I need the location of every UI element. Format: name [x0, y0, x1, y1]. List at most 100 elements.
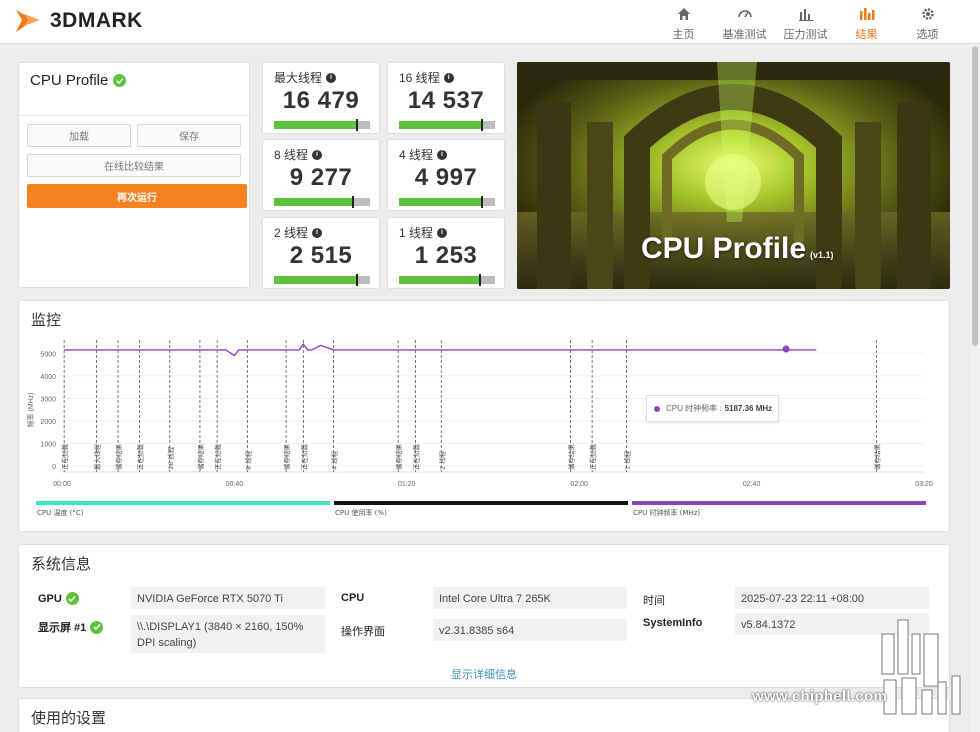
score-card: 4 线程 i 4 997	[387, 139, 505, 211]
divider	[19, 115, 249, 116]
score-card: 1 线程 i 1 253	[387, 217, 505, 289]
nav-item-benchmarks[interactable]: 基准测试	[714, 4, 775, 42]
score-label: 8 线程 i	[274, 146, 323, 163]
benchmark-title: CPU Profile	[30, 72, 127, 89]
cpu-value: Intel Core Ultra 7 265K	[433, 587, 627, 609]
gpu-key-label: GPU	[38, 592, 62, 605]
score-bar-marker	[351, 196, 354, 208]
chart-tooltip: CPU 时钟频率 : 5187.36 MHz	[646, 395, 779, 422]
vertical-scrollbar[interactable]	[970, 44, 980, 732]
load-button[interactable]: 加载	[27, 124, 131, 147]
x-tick-label: 03:20	[915, 481, 933, 488]
score-label: 2 线程 i	[274, 224, 323, 241]
phase-marker-label: 正在加载	[411, 444, 420, 471]
nav-label: 主页	[672, 29, 695, 41]
phase-marker-label: 8 线程	[243, 450, 252, 470]
score-label-text: 4 线程	[399, 148, 434, 162]
phase-marker-label: 储存结果	[394, 444, 403, 471]
bar-chart-icon	[798, 9, 813, 21]
score-bar	[274, 119, 370, 131]
check-icon	[65, 592, 79, 605]
y-tick-label: 1000	[40, 441, 56, 448]
phase-marker-label: 16 线程	[166, 446, 175, 470]
series-line-cpu-clock	[64, 343, 817, 357]
info-icon[interactable]: i	[437, 149, 448, 160]
score-label: 16 线程 i	[399, 69, 454, 86]
legend-label: CPU 时钟频率 (MHz)	[633, 508, 700, 517]
ui-key: 操作界面	[341, 626, 385, 638]
score-bar-fill	[274, 276, 357, 284]
compare-online-button[interactable]: 在线比较结果	[27, 154, 241, 177]
y-tick-label: 3000	[40, 396, 56, 403]
frequency-chart: 0 1000 2000 3000 4000 5000 频率 (MHz) 00:00 00:40 0…	[26, 340, 933, 517]
score-bar-fill	[399, 276, 480, 284]
score-bar	[399, 119, 495, 131]
app-logo: 3DMARK	[14, 6, 143, 36]
system-info-title: 系统信息	[31, 556, 92, 573]
score-card: 最大线程 i 16 479	[262, 62, 380, 134]
chiphell-watermark-logo	[881, 619, 961, 715]
nav-item-home[interactable]: 主页	[653, 4, 714, 42]
gpu-key: GPU	[38, 592, 79, 605]
nav-item-options[interactable]: 选项	[897, 4, 958, 42]
main-nav: 主页 基准测试 压力测试 结果 选项	[653, 4, 958, 42]
phase-marker-label: 1 线程	[623, 450, 632, 470]
y-tick-label: 5000	[40, 351, 56, 358]
results-icon	[859, 8, 874, 20]
phase-marker-label: 正在加载	[136, 444, 145, 471]
legend-label: CPU 温度 (°C)	[37, 508, 84, 517]
x-tick-label: 00:00	[53, 481, 71, 488]
score-label-text: 最大线程	[274, 71, 323, 85]
highlight-data-point	[782, 345, 790, 353]
nav-label: 基准测试	[722, 29, 767, 41]
score-card: 16 线程 i 14 537	[387, 62, 505, 134]
save-button[interactable]: 保存	[137, 124, 241, 147]
tooltip-value: 5187.36 MHz	[724, 404, 773, 413]
score-label: 1 线程 i	[399, 224, 448, 241]
score-bar-marker	[355, 119, 358, 131]
time-key: 时间	[643, 595, 665, 607]
legend-bar	[334, 501, 628, 505]
phase-marker-label: 正在加载	[588, 444, 597, 471]
nav-item-stress-tests[interactable]: 压力测试	[775, 4, 836, 42]
ui-value: v2.31.8385 s64	[433, 619, 627, 641]
info-icon[interactable]: i	[437, 227, 448, 238]
score-value: 16 479	[282, 87, 360, 114]
3dmark-logo-icon	[16, 10, 40, 32]
info-icon[interactable]: i	[312, 227, 323, 238]
systeminfo-key: SystemInfo	[643, 617, 703, 629]
scrollbar-thumb[interactable]	[972, 46, 978, 346]
x-tick-label: 02:40	[743, 481, 761, 488]
info-icon[interactable]: i	[443, 72, 454, 83]
info-icon[interactable]: i	[312, 149, 323, 160]
score-bar-marker	[480, 119, 483, 131]
gpu-value: NVIDIA GeForce RTX 5070 Ti	[131, 587, 325, 609]
phase-marker-label: 储存结果	[873, 444, 882, 471]
score-bar-fill	[399, 198, 482, 206]
score-bar	[399, 196, 495, 208]
info-icon[interactable]: i	[326, 72, 337, 83]
run-again-button[interactable]: 再次运行	[27, 184, 247, 208]
score-value: 4 997	[414, 164, 478, 191]
check-icon	[90, 620, 104, 634]
y-tick-label: 0	[52, 464, 56, 471]
score-label-text: 8 线程	[274, 148, 309, 162]
phase-marker-label: 正在加载	[213, 444, 222, 471]
x-tick-label: 00:40	[226, 481, 244, 488]
nav-item-results[interactable]: 结果	[836, 4, 897, 42]
show-details-link[interactable]: 显示详细信息	[19, 666, 949, 682]
y-tick-label: 2000	[40, 419, 56, 426]
score-bar-marker	[355, 274, 358, 286]
hero-title-text: CPU Profile	[641, 232, 807, 265]
phase-marker-label: 正在加载	[60, 444, 69, 471]
nav-label: 选项	[916, 29, 939, 41]
score-bar-fill	[274, 121, 357, 129]
score-bar-fill	[399, 121, 482, 129]
score-bar-marker	[480, 196, 483, 208]
hero-title: CPU Profile (v1.1)	[641, 232, 834, 266]
tooltip-label: CPU 时钟频率 :	[666, 404, 722, 413]
phase-marker-label: 储存结果	[196, 444, 205, 471]
logo-text: 3DMARK	[50, 9, 143, 32]
score-value: 2 515	[289, 242, 353, 269]
score-card: 2 线程 i 2 515	[262, 217, 380, 289]
